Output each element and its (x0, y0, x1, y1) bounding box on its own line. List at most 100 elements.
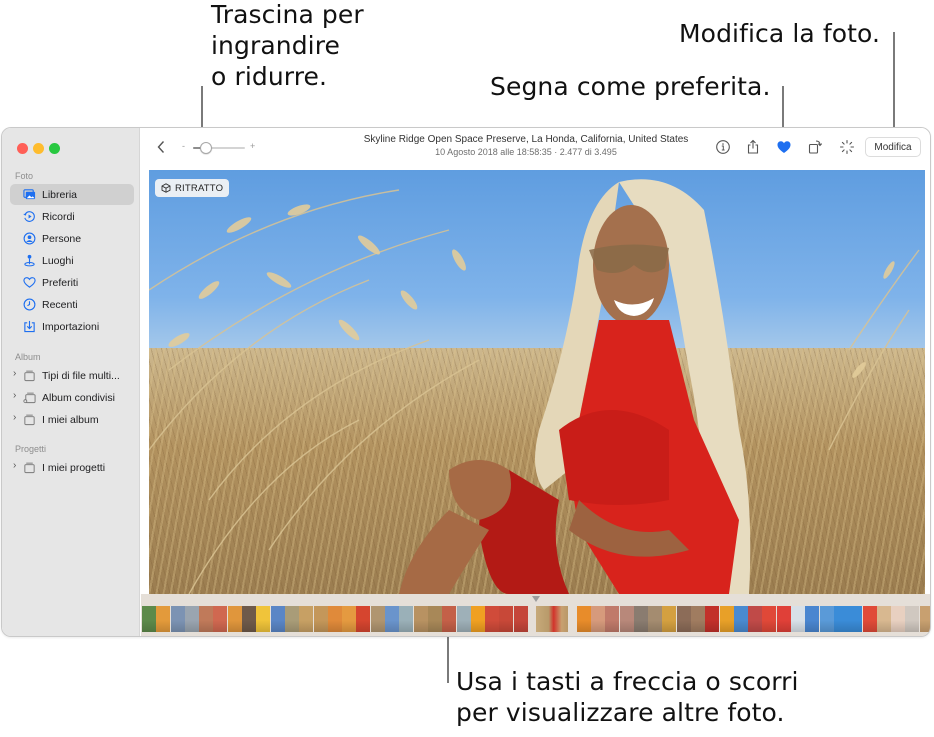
thumbnail[interactable] (791, 606, 806, 632)
thumbnail[interactable] (256, 606, 271, 632)
favorite-button[interactable] (776, 139, 792, 155)
thumbnail[interactable] (705, 606, 720, 632)
thumbnail[interactable] (427, 606, 442, 632)
thumbnail[interactable] (270, 606, 285, 632)
main-photo[interactable]: RITRATTO (149, 170, 925, 594)
disclosure-chevron-icon[interactable]: › (13, 460, 16, 471)
fullscreen-button[interactable] (49, 143, 60, 154)
sidebar-item-miei-album[interactable]: › I miei album (10, 409, 134, 430)
portrait-badge[interactable]: RITRATTO (155, 179, 230, 197)
places-icon (23, 254, 36, 267)
import-icon (23, 320, 36, 333)
close-button[interactable] (17, 143, 28, 154)
thumbnail[interactable] (456, 606, 471, 632)
thumbnail[interactable] (213, 606, 228, 632)
thumbnail[interactable] (327, 606, 342, 632)
zoom-slider-thumb[interactable] (200, 142, 212, 154)
sidebar-item-tipi-file[interactable]: › Tipi di file multi... (10, 365, 134, 386)
thumbnail[interactable] (662, 606, 677, 632)
thumbnail[interactable] (576, 606, 591, 632)
thumbnail[interactable] (399, 606, 414, 632)
thumbnail[interactable] (633, 606, 648, 632)
thumbnail[interactable] (485, 606, 500, 632)
thumbnail[interactable] (833, 606, 848, 632)
edit-button[interactable]: Modifica (865, 137, 921, 157)
thumbnail[interactable] (442, 606, 457, 632)
thumbnail[interactable] (184, 606, 199, 632)
sidebar-item-album-condivisi[interactable]: › Album condivisi (10, 387, 134, 408)
disclosure-chevron-icon[interactable]: › (13, 412, 16, 423)
thumbnail[interactable] (776, 606, 791, 632)
thumbnail[interactable] (891, 606, 906, 632)
info-button[interactable] (715, 139, 731, 155)
thumbnail[interactable] (199, 606, 214, 632)
sidebar-item-label: Preferiti (42, 276, 79, 289)
callout-zoom-line1: Trascina per (211, 0, 364, 29)
thumbnail[interactable] (299, 606, 314, 632)
photo-info: Skyline Ridge Open Space Preserve, La Ho… (346, 134, 706, 157)
rotate-button[interactable] (807, 139, 823, 155)
cube-icon (161, 183, 171, 193)
thumbnail[interactable] (805, 606, 820, 632)
minimize-button[interactable] (33, 143, 44, 154)
thumbnail[interactable] (156, 606, 171, 632)
thumbnail[interactable] (605, 606, 620, 632)
portrait-badge-label: RITRATTO (175, 182, 224, 194)
sidebar-item-label: Recenti (42, 298, 78, 311)
sidebar-item-importazioni[interactable]: Importazioni (10, 316, 134, 337)
callout-zoom-line2: ingrandire (211, 31, 341, 60)
thumbnail[interactable] (719, 606, 734, 632)
thumbnail[interactable] (676, 606, 691, 632)
sidebar-item-libreria[interactable]: Libreria (10, 184, 134, 205)
folder-icon (23, 413, 36, 426)
thumbnail-selected[interactable] (536, 606, 569, 632)
thumbnail[interactable] (313, 606, 328, 632)
thumbnail[interactable] (342, 606, 357, 632)
callout-favorite: Segna come preferita. (490, 72, 771, 101)
thumbnail[interactable] (356, 606, 371, 632)
thumbnail[interactable] (648, 606, 663, 632)
thumbnail[interactable] (876, 606, 891, 632)
thumbnail[interactable] (470, 606, 485, 632)
memories-icon (23, 210, 36, 223)
thumbnail[interactable] (284, 606, 299, 632)
callout-edit: Modifica la foto. (679, 19, 881, 48)
thumbnail[interactable] (748, 606, 763, 632)
thumbnail[interactable] (590, 606, 605, 632)
thumbnail[interactable] (690, 606, 705, 632)
thumbnail[interactable] (242, 606, 257, 632)
disclosure-chevron-icon[interactable]: › (13, 368, 16, 379)
photo-viewer: RITRATTO (141, 166, 930, 594)
thumbnail[interactable] (499, 606, 514, 632)
thumbnail[interactable] (762, 606, 777, 632)
thumbnail[interactable] (919, 606, 930, 632)
thumbnail[interactable] (619, 606, 634, 632)
sidebar-item-preferiti[interactable]: Preferiti (10, 272, 134, 293)
thumbnail-spacer (528, 606, 536, 632)
thumbnail[interactable] (370, 606, 385, 632)
thumbnail[interactable] (142, 606, 156, 632)
thumbnail[interactable] (733, 606, 748, 632)
sidebar-item-luoghi[interactable]: Luoghi (10, 250, 134, 271)
sidebar-item-persone[interactable]: Persone (10, 228, 134, 249)
thumbnail[interactable] (513, 606, 528, 632)
thumbnail[interactable] (385, 606, 400, 632)
thumbnail[interactable] (848, 606, 863, 632)
filmstrip[interactable] (141, 594, 930, 636)
enhance-button[interactable] (839, 139, 855, 155)
sidebar-item-miei-progetti[interactable]: › I miei progetti (10, 457, 134, 478)
thumbnail[interactable] (819, 606, 834, 632)
disclosure-chevron-icon[interactable]: › (13, 390, 16, 401)
back-button[interactable] (155, 139, 167, 155)
magic-wand-icon (839, 139, 855, 155)
thumbnail[interactable] (227, 606, 242, 632)
thumbnail[interactable] (905, 606, 920, 632)
sidebar-item-label: Luoghi (42, 254, 74, 267)
sidebar-item-recenti[interactable]: Recenti (10, 294, 134, 315)
share-button[interactable] (745, 139, 761, 155)
thumbnail[interactable] (413, 606, 428, 632)
sidebar-item-ricordi[interactable]: Ricordi (10, 206, 134, 227)
thumbnail[interactable] (170, 606, 185, 632)
thumbnail[interactable] (862, 606, 877, 632)
heart-icon (23, 276, 36, 289)
